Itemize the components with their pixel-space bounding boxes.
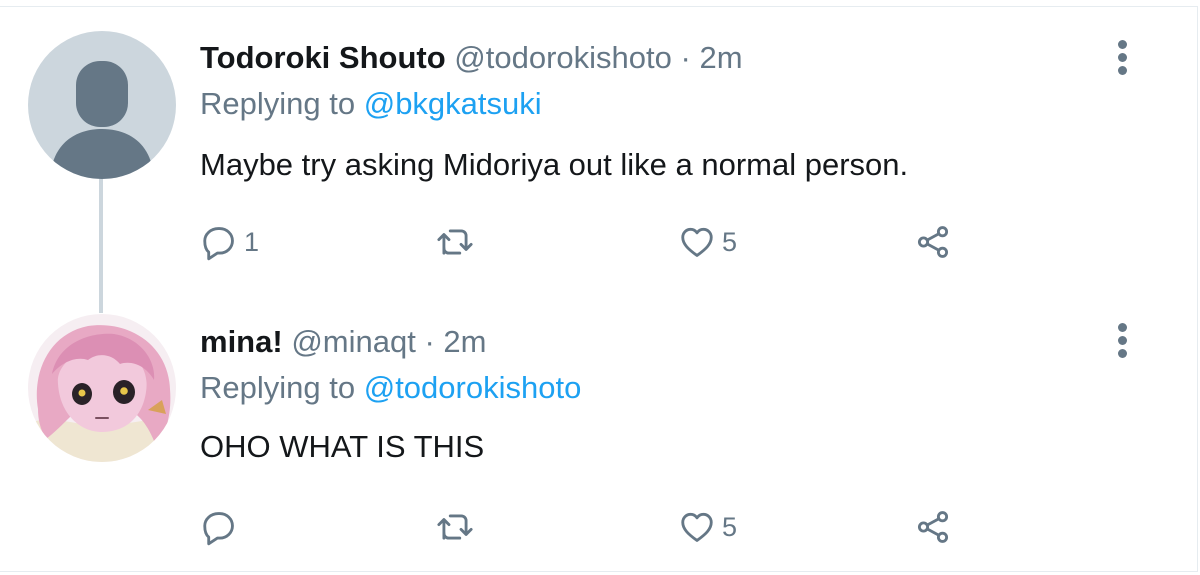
avatar-mina[interactable] — [28, 314, 176, 462]
reply-button[interactable] — [200, 503, 238, 551]
more-vertical-icon[interactable] — [1108, 321, 1138, 361]
reply-icon — [203, 512, 234, 546]
tweet[interactable]: Todoroki Shouto @todorokishoto · 2m Repl… — [0, 0, 1200, 300]
tweet-text: OHO WHAT IS THIS — [200, 429, 485, 464]
tweet-timestamp[interactable]: 2m — [443, 324, 486, 359]
retweet-button[interactable] — [436, 503, 474, 551]
retweet-button[interactable] — [436, 218, 474, 266]
anime-girl-avatar-icon — [28, 314, 176, 462]
author-name[interactable]: Todoroki Shouto — [200, 40, 446, 75]
author-handle[interactable]: @todorokishoto — [454, 40, 672, 75]
heart-icon — [681, 227, 713, 257]
tweet-timestamp[interactable]: 2m — [699, 40, 742, 75]
separator-dot: · — [424, 324, 435, 359]
more-vertical-icon[interactable] — [1108, 38, 1138, 78]
reply-count: 1 — [244, 226, 260, 257]
author-name[interactable]: mina! — [200, 324, 283, 359]
replying-to-label: Replying to — [200, 370, 356, 405]
tweet-header: Todoroki Shouto @todorokishoto · 2m — [200, 40, 743, 76]
share-icon — [917, 511, 949, 543]
replying-to-mention[interactable]: @bkgkatsuki — [364, 86, 542, 121]
tweet-header: mina! @minaqt · 2m — [200, 324, 486, 360]
default-avatar-icon — [28, 31, 176, 179]
separator-dot: · — [680, 40, 691, 75]
tweet-text: Maybe try asking Midoriya out like a nor… — [200, 147, 909, 182]
tweet-actions: 1 5 — [200, 218, 1000, 266]
like-button[interactable]: 5 — [678, 503, 737, 551]
like-count: 5 — [722, 226, 738, 257]
avatar-default-profile[interactable] — [28, 31, 176, 179]
replying-to-mention[interactable]: @todorokishoto — [364, 370, 582, 405]
like-button[interactable]: 5 — [678, 218, 737, 266]
retweet-icon — [437, 229, 473, 255]
tweet-actions: 5 — [200, 503, 1000, 551]
author-handle[interactable]: @minaqt — [291, 324, 416, 359]
heart-icon — [681, 512, 713, 542]
retweet-icon — [437, 514, 473, 540]
replying-to-line: Replying to @todorokishoto — [200, 370, 581, 406]
reply-icon — [203, 227, 234, 261]
replying-to-line: Replying to @bkgkatsuki — [200, 86, 542, 122]
share-button[interactable] — [914, 503, 952, 551]
replying-to-label: Replying to — [200, 86, 356, 121]
share-icon — [917, 226, 949, 258]
like-count: 5 — [722, 511, 738, 542]
tweet[interactable]: mina! @minaqt · 2m Replying to @todoroki… — [0, 300, 1200, 575]
share-button[interactable] — [914, 218, 952, 266]
reply-button[interactable]: 1 — [200, 218, 259, 266]
